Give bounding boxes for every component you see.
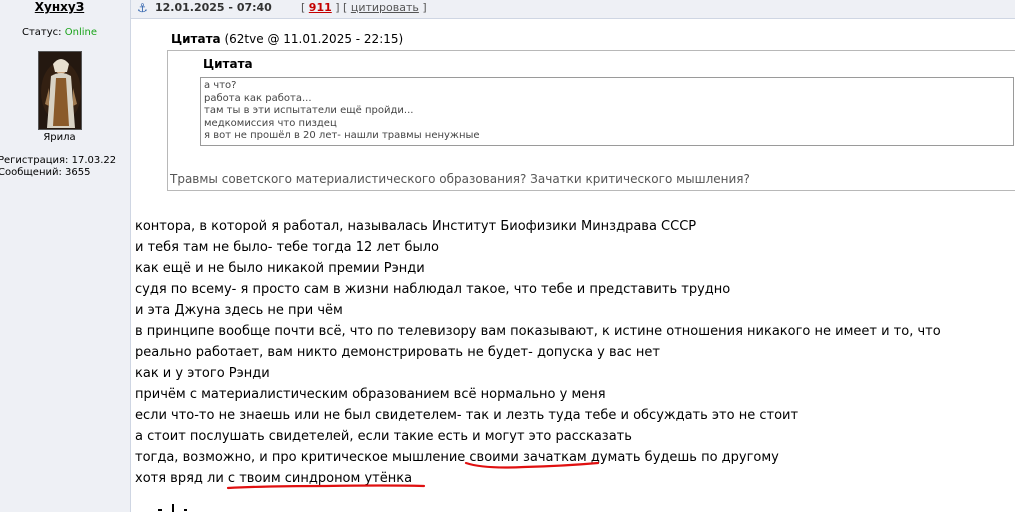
body-line: и эта Джуна здесь не при чём bbox=[135, 303, 343, 318]
quote-link[interactable]: цитировать bbox=[351, 1, 419, 14]
inner-quote-line: там ты в эти испытатели ещё пройди... bbox=[204, 105, 414, 117]
body-line: реально работает, вам никто демонстриров… bbox=[135, 345, 660, 360]
avatar-caption: Ярила bbox=[43, 132, 76, 143]
message-count: Сообщений: 3655 bbox=[0, 167, 91, 178]
body-line: в принципе вообще почти всё, что по теле… bbox=[135, 324, 941, 339]
body-line: как и у этого Рэнди bbox=[135, 366, 270, 381]
inner-quote-line: медкомиссия что пиздец bbox=[204, 117, 337, 129]
inner-quote-box: а что? работа как работа... там ты в эти… bbox=[200, 77, 1014, 146]
outer-quote-title: Цитата (62tve @ 11.01.2025 - 22:15) bbox=[171, 32, 403, 46]
outer-quote-reply: Травмы советского материалистического об… bbox=[170, 172, 750, 186]
avatar bbox=[38, 51, 82, 130]
outer-quote-label: Цитата bbox=[171, 32, 221, 46]
red-underline-mark bbox=[226, 484, 426, 490]
inner-quote-line: а что? bbox=[204, 80, 237, 91]
status-online: Online bbox=[64, 27, 97, 38]
post-body: контора, в которой я работал, называлась… bbox=[135, 216, 941, 489]
status-label: Статус: bbox=[22, 27, 62, 38]
inner-quote-title: Цитата bbox=[203, 57, 253, 71]
avatar-figure-icon bbox=[39, 52, 81, 129]
outer-quote-source: (62tve @ 11.01.2025 - 22:15) bbox=[224, 32, 404, 46]
post-links: [ 911 ] [ цитировать ] bbox=[301, 1, 427, 14]
body-line: контора, в которой я работал, называлась… bbox=[135, 219, 697, 234]
anchor-icon[interactable]: ⚓ bbox=[137, 1, 148, 15]
inner-quote-line: работа как работа... bbox=[204, 92, 312, 104]
status-line: Статус: Online bbox=[0, 27, 119, 38]
body-line: а стоит послушать свидетелей, если такие… bbox=[135, 429, 632, 444]
cut-off-text-fragment bbox=[158, 504, 187, 512]
user-profile-column: ХунхуЗ Статус: Online Ярила Регистрация:… bbox=[0, 0, 131, 512]
post-number-link[interactable]: 911 bbox=[309, 1, 332, 14]
red-underline-mark bbox=[464, 461, 600, 469]
body-line: причём с материалистическим образованием… bbox=[135, 387, 606, 402]
body-line: и тебя там не было- тебе тогда 12 лет бы… bbox=[135, 240, 439, 255]
registration-date: Регистрация: 17.03.22 bbox=[0, 155, 117, 166]
post-date: 12.01.2025 - 07:40 bbox=[155, 1, 272, 14]
body-line: если что-то не знаешь или не был свидете… bbox=[135, 408, 799, 423]
body-line: как ещё и не было никакой премии Рэнди bbox=[135, 261, 425, 276]
username-link[interactable]: ХунхуЗ bbox=[0, 0, 119, 14]
body-line: судя по всему- я просто сам в жизни набл… bbox=[135, 282, 731, 297]
inner-quote-line: я вот не прошёл в 20 лет- нашли травмы н… bbox=[204, 130, 480, 142]
